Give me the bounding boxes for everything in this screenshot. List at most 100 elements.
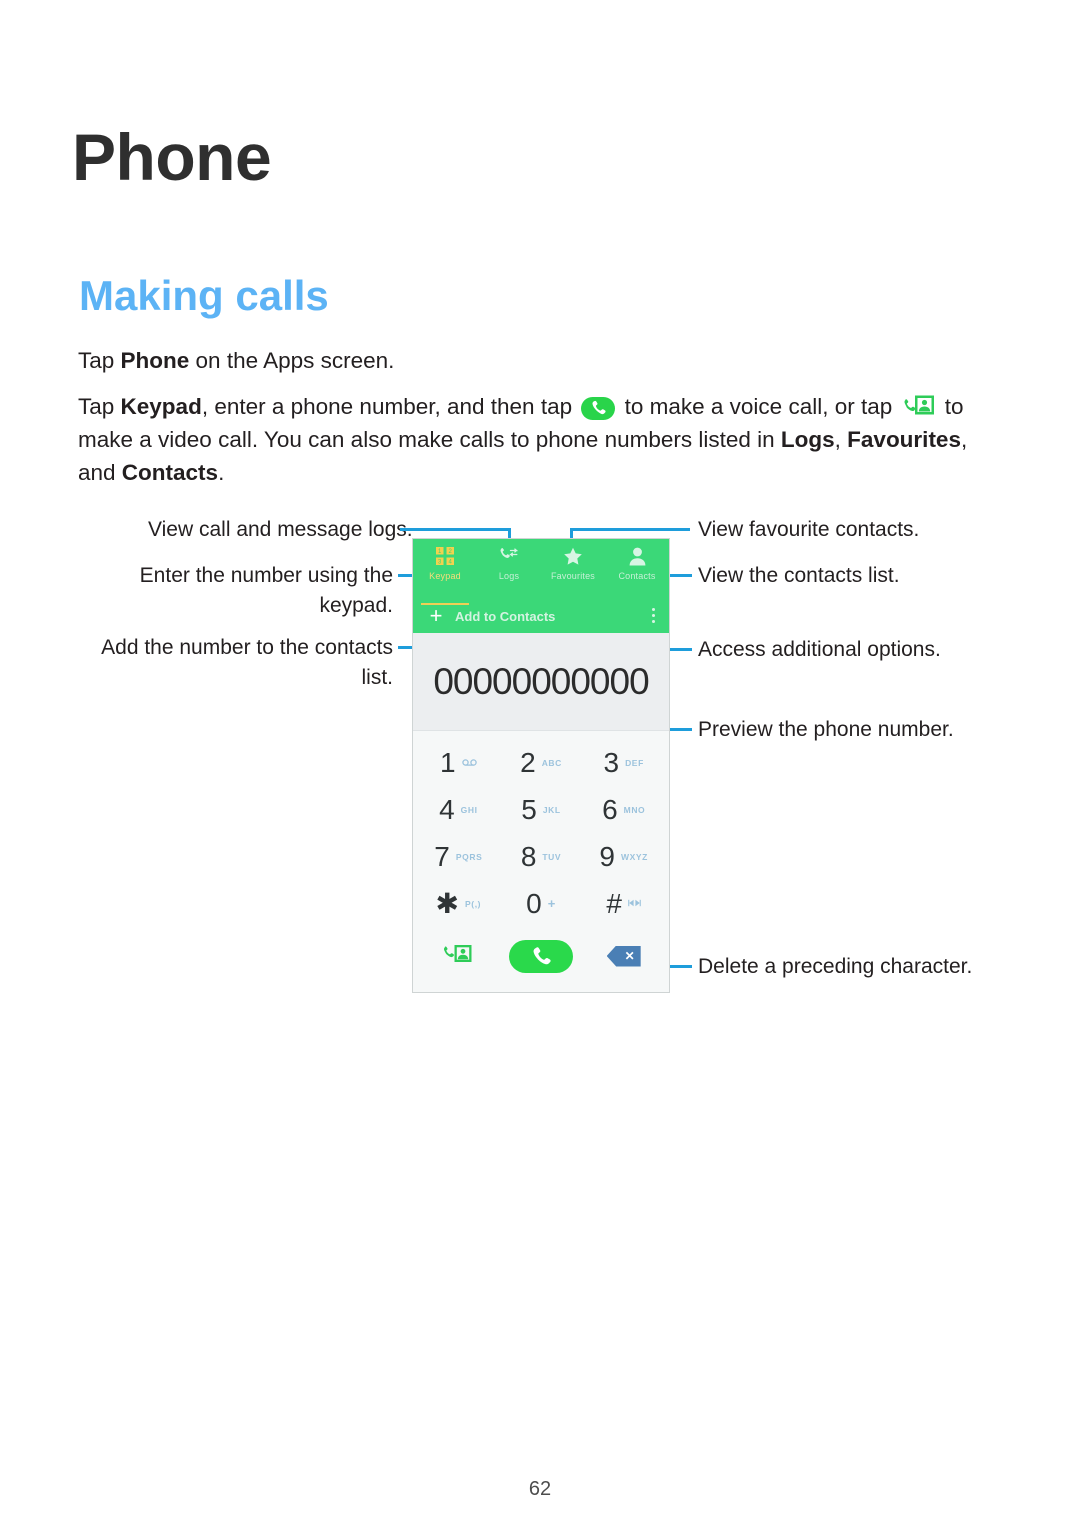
overflow-dot — [652, 614, 655, 617]
phone-number-display[interactable]: 00000000000 — [413, 633, 669, 731]
tab-favourites[interactable]: Favourites — [541, 544, 605, 599]
paragraph-tap-keypad: Tap Keypad, enter a phone number, and th… — [78, 390, 986, 489]
key-0[interactable]: 0 + — [500, 880, 583, 927]
keypad-row: 7 PQRS 8 TUV 9 WXYZ — [417, 833, 665, 880]
phone-tab-bar: 1 2 3 4 Keypad Logs Favourites Contacts — [413, 539, 669, 605]
phone-number-value: 00000000000 — [433, 660, 649, 702]
video-call-icon — [442, 942, 474, 971]
voicemail-icon — [461, 758, 477, 768]
key-7-digit: 7 — [434, 840, 450, 872]
keypad-row: ✱ P(,) 0 + # — [417, 880, 665, 927]
key-2-digit: 2 — [520, 746, 536, 778]
video-call-icon — [902, 394, 936, 420]
callout-enter-number: Enter the number using the keypad. — [110, 561, 393, 621]
key-2-letters: ABC — [541, 757, 562, 768]
para1-text-c: on the Apps screen. — [189, 348, 395, 373]
tab-keypad[interactable]: 1 2 3 4 Keypad — [413, 544, 477, 605]
person-icon — [605, 544, 669, 568]
keypad-row: 1 2 ABC 3 DEF — [417, 739, 665, 786]
paragraph-tap-phone: Tap Phone on the Apps screen. — [78, 344, 986, 377]
key-9-letters: WXYZ — [620, 851, 648, 862]
key-star-letters: P(,) — [465, 898, 482, 909]
para2-bold-contacts: Contacts — [121, 460, 219, 485]
key-6-digit: 6 — [602, 793, 618, 825]
callout-view-logs: View call and message logs. — [148, 518, 413, 541]
phone-bottom-actions: ✕ — [413, 927, 669, 985]
key-star[interactable]: ✱ P(,) — [417, 880, 500, 927]
tab-logs[interactable]: Logs — [477, 544, 541, 599]
overflow-menu-icon[interactable] — [652, 608, 655, 626]
key-1-digit: 1 — [440, 746, 456, 778]
page-title: Phone — [72, 120, 272, 194]
para2-text-k: . — [218, 460, 225, 485]
keypad-grid-icon: 1 2 3 4 — [413, 544, 477, 568]
video-call-slot[interactable] — [417, 942, 500, 971]
phone-handset-icon — [581, 397, 616, 420]
page-number: 62 — [528, 1478, 552, 1500]
callout-preview-number: Preview the phone number. — [698, 718, 954, 741]
star-icon — [541, 544, 605, 568]
key-8-letters: TUV — [542, 851, 562, 862]
para2-bold-favourites: Favourites — [847, 427, 961, 452]
add-to-contacts-label[interactable]: Add to Contacts — [455, 609, 555, 624]
callout-more-options: Access additional options. — [698, 638, 941, 661]
para2-text-c: , enter a phone number, and then tap — [201, 394, 579, 419]
key-0-plus: + — [547, 895, 556, 911]
key-4[interactable]: 4 GHI — [417, 786, 500, 833]
key-hash[interactable]: # — [582, 880, 665, 927]
para2-bold-keypad: Keypad — [120, 394, 202, 419]
key-8[interactable]: 8 TUV — [500, 833, 583, 880]
key-9[interactable]: 9 WXYZ — [582, 833, 665, 880]
key-1[interactable]: 1 — [417, 739, 500, 786]
phone-app-header: 1 2 3 4 Keypad Logs Favourites Contacts … — [413, 539, 669, 633]
key-5-letters: JKL — [542, 804, 561, 815]
tab-logs-label: Logs — [498, 571, 520, 581]
callout-add-to-contacts: Add the number to the contacts list. — [78, 633, 393, 693]
key-5-digit: 5 — [521, 793, 537, 825]
backspace-icon[interactable]: ✕ — [606, 945, 641, 967]
overflow-dot — [652, 620, 655, 623]
para2-text-d: to make a voice call, or tap — [618, 394, 899, 419]
call-slot[interactable] — [500, 939, 583, 973]
key-4-letters: GHI — [460, 804, 478, 815]
key-2[interactable]: 2 ABC — [500, 739, 583, 786]
key-hash-digit: # — [606, 887, 622, 919]
key-8-digit: 8 — [520, 840, 537, 872]
key-3-digit: 3 — [603, 746, 620, 778]
tab-favourites-label: Favourites — [550, 571, 596, 581]
leader-line-logs-h — [400, 528, 510, 531]
callout-enter-number-line1: Enter the number using the — [139, 564, 393, 587]
key-7-letters: PQRS — [455, 851, 483, 862]
callout-add-line2: list. — [361, 666, 394, 689]
add-contact-plus-icon[interactable]: + — [425, 605, 447, 627]
dial-keypad: 1 2 ABC 3 DEF 4 GHI 5 JKL 6 MNO 7 PQRS 8… — [413, 731, 669, 927]
callout-enter-number-line2: keypad. — [319, 594, 393, 617]
tab-contacts-label: Contacts — [618, 571, 656, 581]
para2-text-a: Tap — [78, 394, 121, 419]
key-4-digit: 4 — [439, 793, 455, 825]
key-6[interactable]: 6 MNO — [582, 786, 665, 833]
para1-bold-phone: Phone — [120, 348, 190, 373]
overflow-dot — [652, 608, 655, 611]
backspace-slot[interactable]: ✕ — [582, 945, 665, 967]
key-star-digit: ✱ — [435, 887, 460, 919]
wait-pause-icon — [628, 899, 641, 909]
section-heading: Making calls — [79, 272, 329, 319]
key-3[interactable]: 3 DEF — [582, 739, 665, 786]
key-5[interactable]: 5 JKL — [500, 786, 583, 833]
call-button[interactable] — [509, 939, 573, 973]
leader-line-favourites-h — [570, 528, 690, 531]
key-6-letters: MNO — [623, 804, 646, 815]
tab-contacts[interactable]: Contacts — [605, 544, 669, 599]
keypad-row: 4 GHI 5 JKL 6 MNO — [417, 786, 665, 833]
call-log-icon — [477, 544, 541, 568]
phone-app-screenshot: 1 2 3 4 Keypad Logs Favourites Contacts … — [412, 538, 670, 993]
key-7[interactable]: 7 PQRS — [417, 833, 500, 880]
backspace-x-glyph: ✕ — [624, 949, 635, 963]
callout-view-favourites: View favourite contacts. — [698, 518, 920, 541]
phone-action-bar: + Add to Contacts — [413, 599, 669, 633]
para2-text-g: , — [834, 427, 848, 452]
callout-add-line1: Add the number to the contacts — [101, 636, 393, 659]
callout-view-contacts: View the contacts list. — [698, 564, 900, 587]
tab-keypad-label: Keypad — [429, 571, 461, 581]
